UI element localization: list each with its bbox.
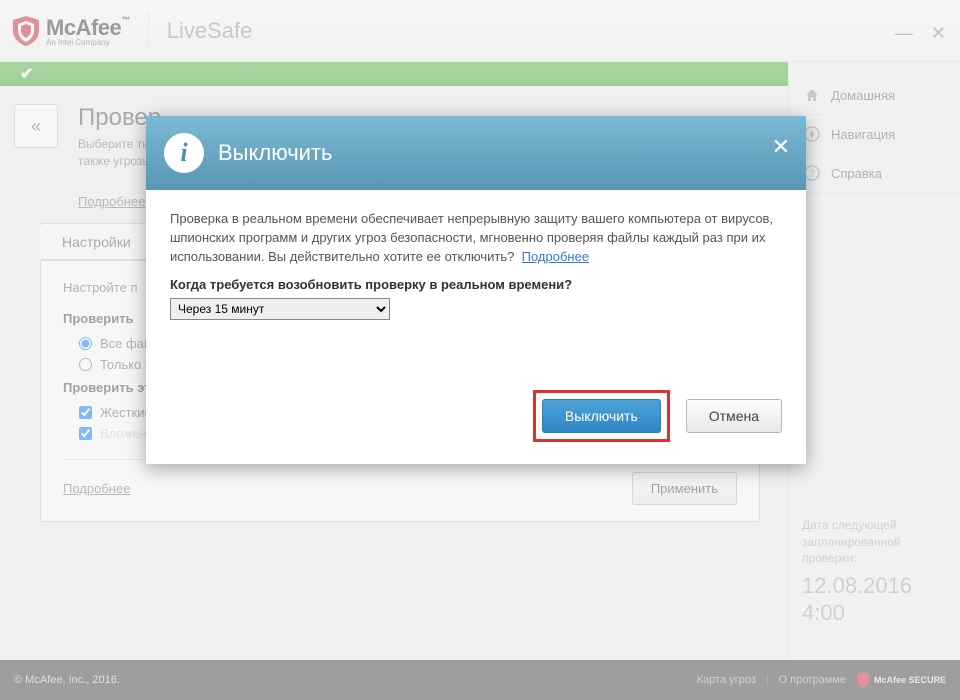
modal-close-button[interactable]: ✕	[772, 134, 790, 160]
modal-text: Проверка в реальном времени обеспечивает…	[170, 210, 782, 267]
modal-question: Когда требуется возобновить проверку в р…	[170, 277, 782, 292]
modal-title: Выключить	[218, 140, 333, 166]
resume-time-select[interactable]: Через 15 минут	[170, 298, 390, 320]
modal-body: Проверка в реальном времени обеспечивает…	[146, 190, 806, 464]
cancel-button[interactable]: Отмена	[686, 399, 782, 433]
modal-header: i Выключить ✕	[146, 116, 806, 190]
modal-more-link[interactable]: Подробнее	[522, 249, 589, 264]
confirm-highlight: Выключить	[533, 390, 670, 442]
modal-buttons: Выключить Отмена	[170, 390, 782, 442]
disable-modal: i Выключить ✕ Проверка в реальном времен…	[146, 116, 806, 464]
info-icon: i	[164, 133, 204, 173]
disable-confirm-button[interactable]: Выключить	[542, 399, 661, 433]
